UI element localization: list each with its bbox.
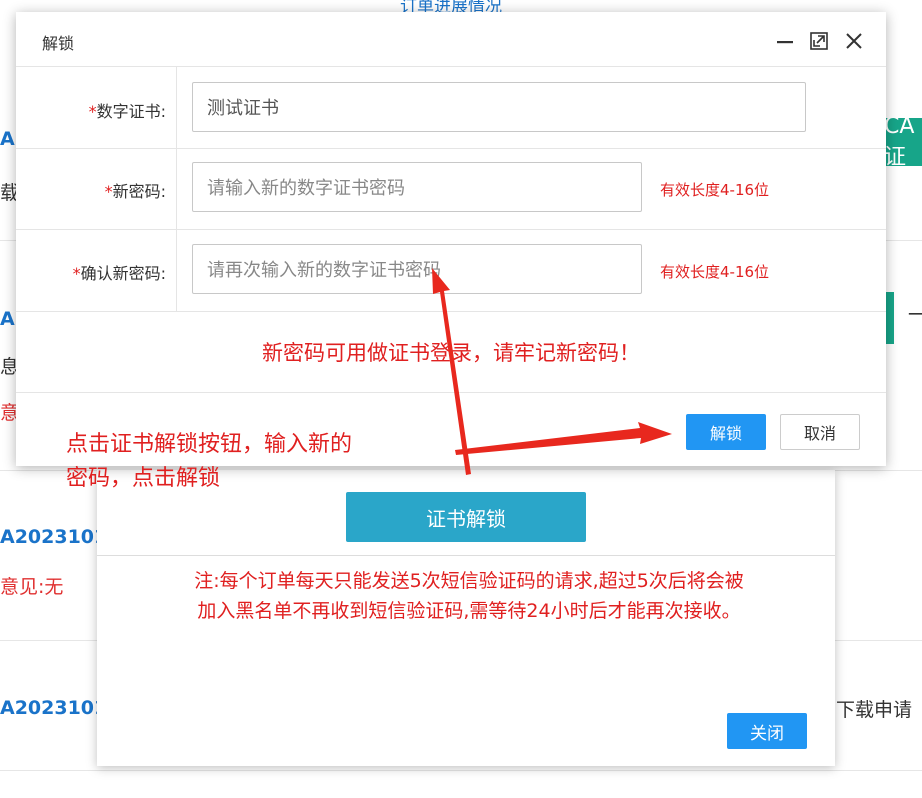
annotation-arrows xyxy=(432,268,672,475)
arrow-to-unlock-button xyxy=(455,422,672,455)
arrow-to-password-input xyxy=(432,268,471,475)
